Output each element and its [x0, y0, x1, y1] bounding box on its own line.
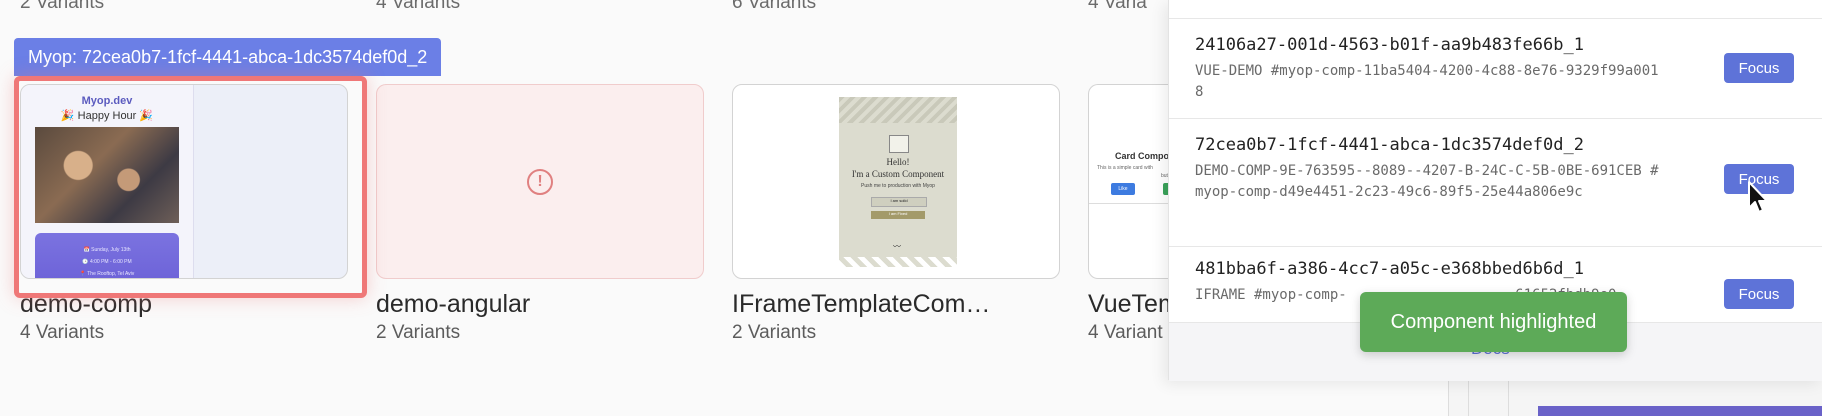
preview-like-button: Like: [1111, 183, 1135, 195]
preview-title: I'm a Custom Component: [851, 169, 945, 179]
variant-count: 4 Variants: [20, 322, 105, 343]
panel-list-item: 24106a27-001d-4563-b01f-aa9b483fe66b_1 V…: [1169, 18, 1822, 119]
preview-desc: This is a simple card with: [1097, 165, 1153, 171]
highlight-label: Myop: 72cea0b7-1fcf-4441-abca-1dc3574def…: [14, 38, 442, 76]
divider: [1508, 380, 1509, 416]
divider: [1468, 380, 1469, 416]
focus-button[interactable]: Focus: [1724, 53, 1794, 83]
preview-hello: Hello!: [886, 157, 910, 167]
preview-title: Card Compo: [1115, 151, 1169, 161]
preview-subtitle: Push me to production with Myop: [861, 183, 935, 189]
cursor-icon: [1748, 181, 1768, 213]
panel-list-item: 72cea0b7-1fcf-4441-abca-1dc3574def0d_2 D…: [1169, 118, 1822, 247]
variant-count: 2 Variants: [376, 322, 461, 343]
component-selector: DEMO-COMP-9E-763595--8089--4207-B-24C-C-…: [1195, 163, 1659, 200]
component-name[interactable]: VueTem: [1088, 290, 1179, 319]
variant-count: 2 Variants: [732, 322, 817, 343]
component-id: 481bba6f-a386-4cc7-a05c-e368bbed6b6d_1: [1195, 259, 1584, 279]
variant-count: 4 Variant: [1088, 322, 1163, 343]
partial-variants-label: 4 Varia: [1088, 0, 1147, 13]
squiggle-icon: 〰: [893, 242, 901, 251]
partial-variants-label: 4 Variants: [376, 0, 461, 13]
component-name[interactable]: demo-angular: [376, 290, 530, 319]
preview-pattern: [839, 97, 957, 123]
component-id: 72cea0b7-1fcf-4441-abca-1dc3574def0d_2: [1195, 135, 1584, 155]
background-accent: [1538, 406, 1822, 416]
preview-button-solid: I am solid: [871, 197, 927, 207]
focus-button[interactable]: Focus: [1724, 279, 1794, 309]
error-icon: !: [527, 169, 553, 195]
highlight-outline: [14, 76, 367, 298]
toast-notification: Component highlighted: [1360, 292, 1627, 352]
component-card-iframe-template[interactable]: Hello! I'm a Custom Component Push me to…: [732, 84, 1060, 279]
preview-button-fixed: I am Fixed: [871, 211, 925, 219]
component-name[interactable]: IFrameTemplateCom…: [732, 290, 990, 319]
divider: [1448, 380, 1449, 416]
component-card-demo-angular[interactable]: !: [376, 84, 704, 279]
component-id: 24106a27-001d-4563-b01f-aa9b483fe66b_1: [1195, 35, 1584, 55]
component-selector: VUE-DEMO #myop-comp-11ba5404-4200-4c88-8…: [1195, 63, 1659, 100]
window-icon: [889, 135, 909, 153]
component-preview: Hello! I'm a Custom Component Push me to…: [839, 97, 957, 267]
partial-variants-label: 6 Variants: [732, 0, 817, 13]
partial-variants-label: 2 Variants: [20, 0, 105, 13]
preview-torn-edge: [839, 257, 957, 267]
